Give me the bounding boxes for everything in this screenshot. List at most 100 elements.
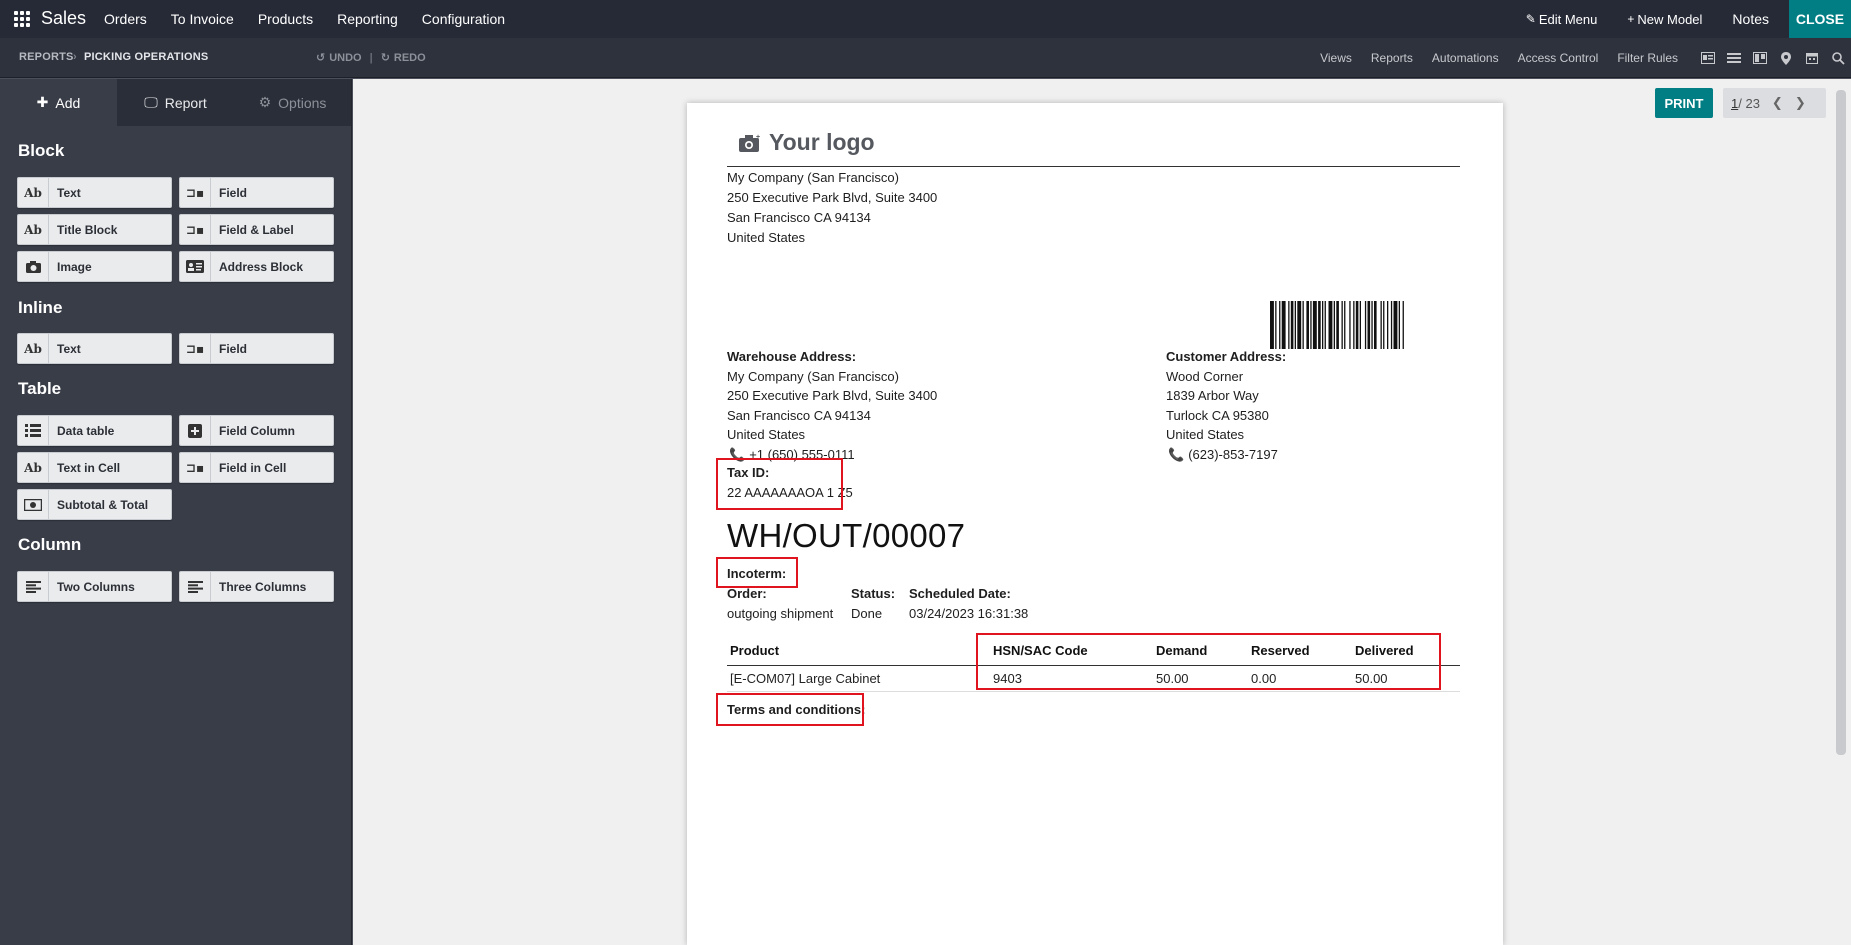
plus-square-icon (180, 416, 211, 445)
vertical-scrollbar[interactable] (1836, 90, 1846, 755)
block-field[interactable]: ⊐▪ Field (179, 177, 334, 208)
pager-prev-icon[interactable]: ❮ (1772, 95, 1783, 111)
company-address[interactable]: My Company (San Francisco) 250 Executive… (727, 168, 937, 248)
warehouse-address[interactable]: Warehouse Address: My Company (San Franc… (727, 347, 937, 464)
block-address-block-label: Address Block (219, 259, 304, 274)
align-left-icon (18, 572, 49, 601)
header-divider (727, 166, 1460, 167)
cell-product[interactable]: [E-COM07] Large Cabinet (727, 665, 993, 692)
column-three-columns[interactable]: Three Columns (179, 571, 334, 602)
block-image[interactable]: Image (17, 251, 172, 282)
link-filter-rules[interactable]: Filter Rules (1617, 51, 1678, 65)
tab-add[interactable]: ✚ Add (0, 79, 117, 126)
table-text-in-cell[interactable]: Ab Text in Cell (17, 452, 172, 483)
menu-orders[interactable]: Orders (104, 11, 147, 27)
highlight-tax-id (716, 458, 843, 510)
block-title-block[interactable]: Ab Title Block (17, 214, 172, 245)
table-data-table[interactable]: Data table (17, 415, 172, 446)
customer-line: United States (1166, 427, 1245, 442)
table-field-in-cell-label: Field in Cell (219, 460, 287, 475)
block-address-block[interactable]: Address Block (179, 251, 334, 282)
link-views[interactable]: Views (1320, 51, 1352, 65)
link-reports[interactable]: Reports (1371, 51, 1413, 65)
tab-add-label: Add (55, 94, 81, 111)
list-view-icon[interactable] (1721, 52, 1747, 64)
sidebar-tabs: ✚ Add 🖵 Report ⚙ Options (0, 79, 351, 126)
text-ab-icon: Ab (18, 334, 49, 363)
company-logo-placeholder[interactable]: + Your logo (739, 129, 875, 156)
warehouse-line: My Company (San Francisco) (727, 368, 899, 384)
scheduled-date-value: 03/24/2023 16:31:38 (909, 606, 1029, 621)
status-block[interactable]: Status: Done (851, 584, 895, 624)
studio-links: Views Reports Automations Access Control… (1301, 38, 1678, 78)
app-name[interactable]: Sales (41, 8, 86, 29)
redo-button[interactable]: REDO (394, 52, 426, 64)
table-subtotal-total[interactable]: Subtotal & Total (17, 489, 172, 520)
editor-sidebar: ✚ Add 🖵 Report ⚙ Options Block Ab Text ⊐… (0, 79, 352, 945)
search-icon[interactable] (1825, 51, 1851, 65)
menu-configuration[interactable]: Configuration (422, 11, 505, 27)
company-line: San Francisco CA 94134 (727, 210, 871, 225)
block-field-label[interactable]: ⊐▪ Field & Label (179, 214, 334, 245)
tab-report[interactable]: 🖵 Report (117, 79, 234, 126)
field-icon: ⊐▪ (180, 334, 211, 363)
list-icon (18, 416, 49, 445)
column-two-columns[interactable]: Two Columns (17, 571, 172, 602)
menu-reporting[interactable]: Reporting (337, 11, 398, 27)
table-field-in-cell[interactable]: ⊐▪ Field in Cell (179, 452, 334, 483)
calendar-view-icon[interactable] (1799, 52, 1825, 64)
studio-subbar: REPORTS › PICKING OPERATIONS ↺ UNDO | ↻ … (0, 38, 1851, 78)
inline-text[interactable]: Ab Text (17, 333, 172, 364)
menu-products[interactable]: Products (258, 11, 313, 27)
pager-current[interactable]: 1 (1731, 96, 1738, 111)
inline-field[interactable]: ⊐▪ Field (179, 333, 334, 364)
print-button[interactable]: PRINT (1655, 88, 1713, 118)
company-line: United States (727, 230, 806, 245)
text-ab-icon: Ab (18, 453, 49, 482)
customer-line: Wood Corner (1166, 368, 1244, 384)
undo-icon[interactable]: ↺ (316, 51, 325, 64)
table-field-column[interactable]: Field Column (179, 415, 334, 446)
notes-button[interactable]: Notes (1732, 11, 1769, 27)
redo-icon[interactable]: ↻ (381, 51, 390, 64)
link-automations[interactable]: Automations (1432, 51, 1499, 65)
menu-to-invoice[interactable]: To Invoice (171, 11, 234, 27)
report-page[interactable]: + Your logo My Company (San Francisco) 2… (687, 103, 1503, 945)
map-view-icon[interactable] (1773, 51, 1799, 65)
section-block-title: Block (18, 141, 65, 160)
kanban-view-icon[interactable] (1747, 52, 1773, 64)
breadcrumb-current: PICKING OPERATIONS (84, 51, 209, 63)
logo-text: Your logo (769, 129, 875, 155)
money-icon (18, 490, 49, 519)
scheduled-date-label: Scheduled Date: (909, 586, 1011, 601)
col-product[interactable]: Product (727, 637, 993, 666)
camera-icon: + (739, 134, 760, 152)
customer-phone-number: (623)-853-7197 (1188, 446, 1278, 462)
close-button[interactable]: CLOSE (1789, 0, 1851, 38)
edit-menu-button[interactable]: ✎ Edit Menu (1526, 12, 1598, 27)
undo-button[interactable]: UNDO (329, 52, 361, 64)
scheduled-date-block[interactable]: Scheduled Date: 03/24/2023 16:31:38 (909, 584, 1028, 624)
edit-menu-label: Edit Menu (1538, 11, 1598, 27)
breadcrumb-reports[interactable]: REPORTS (19, 51, 74, 63)
apps-grid-icon[interactable] (14, 11, 30, 27)
main-menu: Orders To Invoice Products Reporting Con… (104, 0, 529, 38)
section-column-title: Column (18, 535, 82, 554)
company-line: 250 Executive Park Blvd, Suite 3400 (727, 190, 938, 205)
link-access-control[interactable]: Access Control (1518, 51, 1599, 65)
form-view-icon[interactable] (1695, 52, 1721, 64)
block-text[interactable]: Ab Text (17, 177, 172, 208)
picking-name[interactable]: WH/OUT/00007 (727, 517, 965, 555)
tab-options[interactable]: ⚙ Options (234, 79, 351, 126)
block-title-block-label: Title Block (57, 222, 118, 237)
customer-address[interactable]: Customer Address: Wood Corner 1839 Arbor… (1166, 347, 1286, 464)
plus-icon: ✚ (36, 94, 49, 110)
order-block[interactable]: Order: outgoing shipment (727, 584, 833, 624)
new-model-button[interactable]: + New Model (1627, 12, 1702, 27)
customer-line: Turlock CA 95380 (1166, 407, 1269, 423)
pager-next-icon[interactable]: ❯ (1795, 95, 1806, 111)
top-navbar: Sales Orders To Invoice Products Reporti… (0, 0, 1851, 38)
block-field-label: Field (219, 185, 248, 200)
highlight-incoterm (716, 557, 798, 588)
align-left-icon (180, 572, 211, 601)
